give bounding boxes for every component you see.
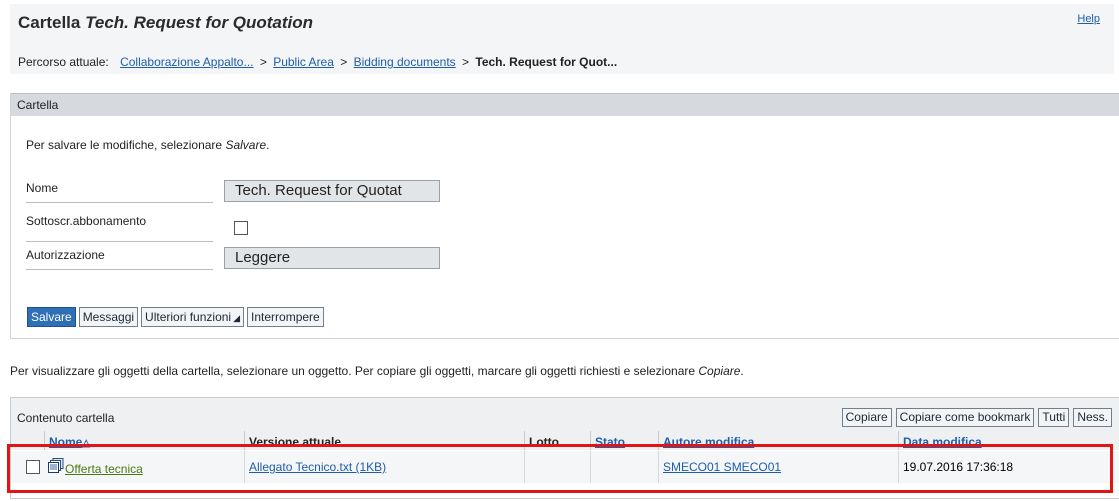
column-select [11,431,44,450]
page-title: Cartella Tech. Request for Quotation [18,13,313,33]
column-status[interactable]: Stato [590,431,658,450]
authorization-label: Autorizzazione [26,245,213,270]
copy-button[interactable]: Copiare [841,408,892,427]
breadcrumb-item-public-area[interactable]: Public Area [273,55,334,69]
folder-contents-table: Contenuto cartella Copiare Copiare come … [10,397,1119,499]
cell-modified-date: 19.07.2016 17:36:18 [898,451,1119,483]
sort-ascending-icon: △ [82,438,91,449]
objects-hint-action: Copiare [698,364,741,378]
name-row: Nome Tech. Request for Quotat [26,178,446,203]
table-row[interactable]: Offerta tecnica Allegato Tecnico.txt (1K… [11,451,1119,483]
messages-button[interactable]: Messaggi [78,307,139,327]
save-button[interactable]: Salvare [27,307,76,327]
table-actions: Copiare Copiare come bookmark Tutti Ness… [841,408,1112,427]
table-toolbar: Contenuto cartella Copiare Copiare come … [11,398,1119,431]
column-name[interactable]: Nome△ [44,431,244,450]
cancel-button[interactable]: Interrompere [247,307,324,327]
title-bar: Cartella Tech. Request for Quotation Hel… [10,4,1114,74]
objects-hint-suffix: . [740,364,744,378]
cell-modified-by: SMECO01 SMECO01 [658,451,898,483]
cell-name: Offerta tecnica [11,451,244,483]
authorization-row: Autorizzazione Leggere [26,245,446,270]
select-all-button[interactable]: Tutti [1038,408,1070,427]
breadcrumb-current: Tech. Request for Quot... [475,55,618,69]
help-link[interactable]: Help [1077,13,1100,25]
column-status-label: Stato [595,435,625,449]
save-hint-text: Per salvare le modifiche, selezionare [26,138,223,152]
breadcrumb-separator: > [340,55,348,69]
objects-hint-text: Per visualizzare gli oggetti della carte… [10,364,696,378]
page-title-prefix: Cartella [18,13,81,32]
breadcrumb-separator: > [259,55,267,69]
select-none-button[interactable]: Ness. [1073,408,1112,427]
breadcrumb-item-collaborazione[interactable]: Collaborazione Appalto... [120,55,253,69]
page-title-object: Tech. Request for Quotation [85,13,314,32]
save-hint-suffix: . [266,138,270,152]
more-functions-label: Ulteriori funzioni [145,310,232,324]
dropdown-triangle-icon: ◢ [233,313,241,323]
more-functions-button[interactable]: Ulteriori funzioni ◢ [141,307,245,327]
breadcrumb: Percorso attuale: Collaborazione Appalto… [18,55,617,69]
current-version-link[interactable]: Allegato Tecnico.txt (1KB) [249,460,386,474]
row-select-checkbox[interactable] [26,460,40,474]
breadcrumb-label: Percorso attuale: [18,55,109,69]
panel-toolbar: Salvare Messaggi Ulteriori funzioni ◢ Int… [27,307,324,327]
copy-bookmark-button[interactable]: Copiare come bookmark [895,408,1035,427]
folder-panel: Cartella Per salvare le modifiche, selez… [10,93,1119,339]
column-modified-date[interactable]: Data modifica [898,431,1119,450]
save-hint-action: Salvare [225,138,267,152]
breadcrumb-separator: > [462,55,470,69]
breadcrumb-item-bidding-documents[interactable]: Bidding documents [354,55,456,69]
subscription-label: Sottoscr.abbonamento [26,211,213,242]
column-lot: Lotto [524,431,590,450]
subscription-checkbox[interactable] [234,221,248,235]
row-name-link[interactable]: Offerta tecnica [65,451,143,483]
column-modified-by[interactable]: Autore modifica [658,431,898,450]
cell-lot [524,451,590,483]
panel-header: Cartella [11,93,1119,116]
table-title: Contenuto cartella [17,411,115,425]
modified-by-link[interactable]: SMECO01 SMECO01 [663,460,781,474]
name-field[interactable]: Tech. Request for Quotat [224,180,440,202]
column-name-label: Nome [49,435,83,449]
column-modified-date-label: Data modifica [903,435,982,449]
authorization-field[interactable]: Leggere [224,247,440,269]
objects-hint: Per visualizzare gli oggetti della carte… [10,364,744,378]
document-folder-icon [48,458,64,473]
name-label: Nome [26,178,213,203]
column-current-version: Versione attuale [244,431,524,450]
cell-status [590,451,658,483]
subscription-row: Sottoscr.abbonamento [26,211,446,242]
save-hint: Per salvare le modifiche, selezionare Sa… [26,138,269,152]
column-modified-by-label: Autore modifica [663,435,755,449]
cell-current-version: Allegato Tecnico.txt (1KB) [244,451,524,483]
